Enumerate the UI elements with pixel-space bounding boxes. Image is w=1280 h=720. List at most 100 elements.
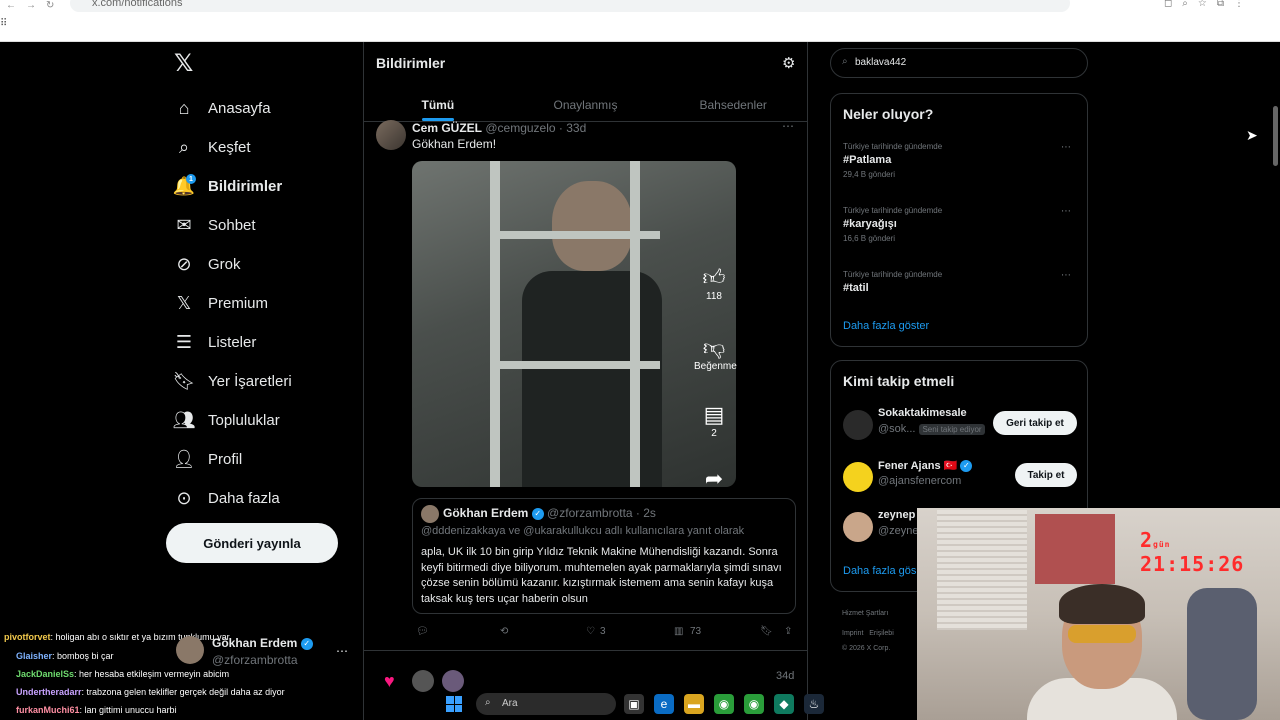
scrollbar-thumb[interactable] [1273,106,1278,166]
avatar[interactable] [843,410,873,440]
follows-you-badge: Seni takip ediyor [919,424,985,435]
avatar[interactable] [412,670,434,692]
video-dislike[interactable]: 👎︎ Beğenme [694,334,737,372]
author-handle: @cemguzelo · 33d [485,121,587,135]
x-logo-icon[interactable]: 𝕏 [174,52,198,76]
show-more-link[interactable]: Daha fazla göster [843,320,929,332]
sidebar-item-premium[interactable]: 𝕏 Premium [174,288,268,318]
chrome-icon[interactable]: ◉ [714,694,734,714]
chrome-icon[interactable]: ◉ [744,694,764,714]
chat-message: Glaisher: bomboş bi çar [16,651,114,661]
video-comments[interactable]: ▤ 2 [694,402,734,439]
bookmark-icon[interactable]: 🔖︎ [760,626,773,637]
sidebar-item-label: Daha fazla [208,489,280,507]
footer-link[interactable]: Hizmet Şartları [842,610,888,617]
more-icon[interactable]: ⋯ [782,119,794,133]
sidebar-item-daha-fazla[interactable]: ⊙ Daha fazla [174,483,280,513]
bell-icon: 🔔 1 [172,174,196,196]
show-more-link[interactable]: Daha fazla gös [843,565,916,577]
chat-message: Undertheradarr: trabzona gelen teklifler… [16,687,285,697]
search-icon: ⌕ [485,697,491,708]
heart-icon: ♥ [384,671,395,691]
avatar[interactable] [442,670,464,692]
more-icon[interactable]: ⋯ [1061,206,1071,217]
app-icon[interactable]: ◆ [774,694,794,714]
trend-context: Türkiye tarihinde gündemde [843,270,943,279]
apps-icon[interactable]: ⠿ [0,18,7,29]
sidebar-item-kesfet[interactable]: ⌕ Keşfet [174,132,251,162]
sidebar-item-grok[interactable]: ⊘ Grok [174,249,241,279]
list-icon: ☰ [175,331,193,352]
steam-icon[interactable]: ♨ [804,694,824,714]
tab-onaylanmis[interactable]: Onaylanmış [512,84,660,121]
footer-link[interactable]: Imprint Erişilebi [842,630,894,637]
trends-title: Neler oluyor? [843,106,934,122]
sidebar-item-label: Listeler [208,333,257,351]
taskbar-search[interactable]: ⌕ Ara [476,693,616,715]
follow-suggestion[interactable]: Sokaktakimesale @sok... Seni takip ediyor… [843,407,1079,443]
tweet-author: Cem GÜZEL @cemguzelo · 33d [412,121,586,135]
trend-tag: #karyağışı [843,218,897,230]
sidebar-item-label: Topluluklar [208,411,280,429]
suggestion-handle: @sok... Seni takip ediyor [878,423,985,435]
gear-icon[interactable]: ⚙ [782,54,795,72]
thumbs-down-icon: 👎︎ [702,335,726,360]
comment-icon: ▤ [703,402,725,427]
reply-icon[interactable]: 💬︎ [416,626,429,637]
quoted-tweet[interactable]: Gökhan Erdem ✓ @zforzambrotta · 2s @ddde… [412,498,796,614]
video-frame-bar [490,231,660,239]
mouse-cursor-icon: ➤ [1246,127,1258,143]
like-icon[interactable]: ♡ [586,626,595,637]
follow-suggestion[interactable]: Fener Ajans 🇹🇷 ✓ @ajansfenercom Takip et [843,459,1079,495]
tab-tumu[interactable]: Tümü [364,84,512,121]
task-view-icon[interactable]: ▣ [624,694,644,714]
follow-button[interactable]: Takip et [1015,463,1077,487]
search-input[interactable]: ⌕ baklava442 [830,48,1088,78]
sidebar-item-anasayfa[interactable]: ⌂ Anasayfa [174,93,271,123]
post-button[interactable]: Gönderi yayınla [166,523,338,563]
sidebar-item-profil[interactable]: 👤︎ Profil [173,444,243,474]
edge-icon[interactable]: e [654,694,674,714]
trend-item[interactable]: Türkiye tarihinde gündemde #Patlama 29,4… [843,142,1077,179]
sidebar-item-topluluklar[interactable]: 👥︎ Topluluklar [173,405,280,435]
back-icon[interactable]: ← [6,0,16,11]
reload-icon[interactable]: ↻ [46,0,54,11]
avatar[interactable] [843,462,873,492]
avatar[interactable] [376,120,406,150]
address-bar[interactable]: x.com/notifications [70,0,1070,12]
more-icon[interactable]: ⋯ [336,644,348,658]
folder-icon[interactable]: ▬ [684,694,704,714]
sidebar-item-label: Grok [208,255,241,273]
trend-count: 16,6 B gönderi [843,234,896,243]
video-player[interactable] [412,161,736,487]
browser-toolbar-icons[interactable]: ◻⌕☆⧉⋮ [1164,0,1254,9]
forward-icon[interactable]: → [26,0,36,11]
sidebar-item-sohbet[interactable]: ✉ Sohbet [174,210,256,240]
follow-back-button[interactable]: Geri takip et [993,411,1077,435]
trend-item[interactable]: Türkiye tarihinde gündemde #tatil ⋯ [843,270,1077,294]
trend-tag: #tatil [843,282,869,294]
sidebar-item-label: Sohbet [208,216,256,234]
search-icon: ⌕ [842,56,848,67]
quote-author-handle: @zforzambrotta · 2s [547,506,656,520]
copyright: © 2026 X Corp. [842,645,891,652]
retweet-icon[interactable]: ⟲ [500,626,508,637]
like-count: 118 [706,291,722,302]
video-share[interactable]: ➦ [694,466,734,492]
sidebar-item-listeler[interactable]: ☰ Listeler [174,327,256,357]
dislike-label: Beğenme [694,361,737,372]
home-icon: ⌂ [178,97,190,118]
sidebar-item-yer-isaretleri[interactable]: 🔖︎ Yer İşaretleri [173,366,292,396]
sidebar-item-label: Premium [208,294,269,312]
more-icon[interactable]: ⋯ [1061,270,1071,281]
tab-bahsedenler[interactable]: Bahsedenler [659,84,807,121]
windows-start-icon[interactable] [446,696,462,712]
sidebar-item-label: Keşfet [208,138,251,156]
trend-item[interactable]: Türkiye tarihinde gündemde #karyağışı 16… [843,206,1077,243]
sidebar-item-bildirimler[interactable]: 🔔 1 Bildirimler [172,171,282,201]
share-icon[interactable]: ⇪ [784,626,792,637]
avatar[interactable] [843,512,873,542]
video-like[interactable]: 👍︎ 118 [694,264,734,302]
author-name[interactable]: Cem GÜZEL [412,121,482,135]
more-icon[interactable]: ⋯ [1061,142,1071,153]
